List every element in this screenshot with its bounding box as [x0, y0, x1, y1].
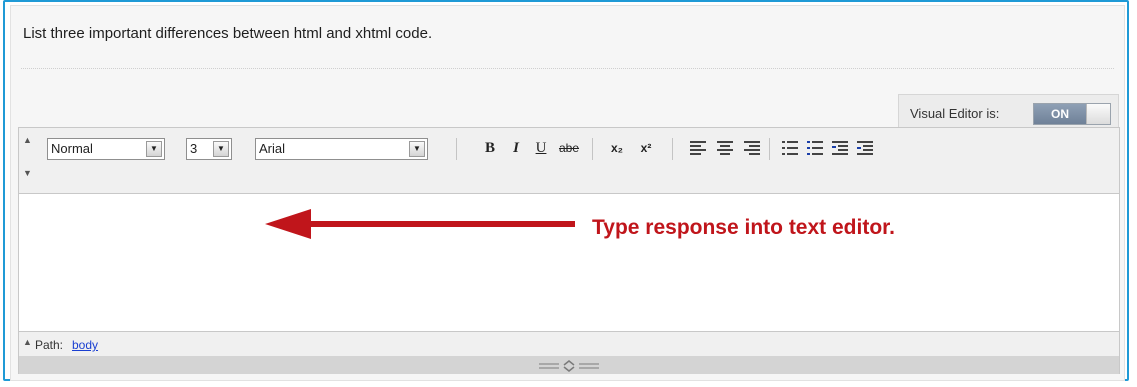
toolbar-separator — [592, 138, 593, 160]
editor-toolbar: ▲ ▼ Normal ▼ 3 ▼ Arial ▼ B I U abe x₂ x² — [19, 128, 1119, 194]
collapse-statusbar-icon[interactable]: ▲ — [23, 337, 32, 347]
superscript-button[interactable]: x² — [635, 138, 657, 158]
visual-editor-toggle-area: Visual Editor is: ON — [898, 94, 1119, 130]
chevron-down-icon[interactable]: ▼ — [213, 141, 229, 157]
editor-text-area[interactable]: Type response into text editor. — [19, 194, 1119, 331]
indent-icon[interactable] — [857, 141, 873, 155]
toolbar-separator — [456, 138, 457, 160]
strikethrough-button[interactable]: abe — [553, 138, 585, 158]
visual-editor-label: Visual Editor is: — [910, 106, 1000, 121]
editor-statusbar: ▲ Path: body — [19, 331, 1119, 357]
chevron-down-icon[interactable]: ▼ — [146, 141, 162, 157]
toolbar-separator — [672, 138, 673, 160]
question-text: List three important differences between… — [23, 25, 433, 42]
bold-button[interactable]: B — [479, 138, 501, 158]
align-center-icon[interactable] — [717, 141, 733, 155]
toggle-state: ON — [1034, 104, 1086, 124]
expand-toolbar-icon[interactable]: ▼ — [23, 168, 32, 178]
chevron-down-icon[interactable]: ▼ — [409, 141, 425, 157]
resize-handle[interactable] — [19, 356, 1119, 374]
resize-grip-icon[interactable] — [539, 360, 599, 372]
path-link-body[interactable]: body — [72, 338, 98, 352]
bullet-list-icon[interactable] — [807, 141, 823, 155]
path-label: Path: — [35, 338, 64, 352]
font-select[interactable]: Arial ▼ — [255, 138, 428, 160]
format-select[interactable]: Normal ▼ — [47, 138, 165, 160]
toggle-knob[interactable] — [1086, 104, 1110, 124]
align-right-icon[interactable] — [744, 141, 760, 155]
font-select-value: Arial — [259, 141, 286, 156]
align-left-icon[interactable] — [690, 141, 706, 155]
outdent-icon[interactable] — [832, 141, 848, 155]
visual-editor-toggle[interactable]: ON — [1033, 103, 1111, 125]
format-select-value: Normal — [51, 141, 93, 156]
divider — [21, 68, 1114, 69]
annotation-text: Type response into text editor. — [592, 216, 896, 239]
underline-button[interactable]: U — [530, 138, 552, 158]
question-panel: List three important differences between… — [10, 5, 1125, 381]
pointer-arrow-icon — [265, 209, 575, 239]
highlight-frame: List three important differences between… — [3, 0, 1129, 381]
subscript-button[interactable]: x₂ — [606, 138, 628, 158]
collapse-toolbar-icon[interactable]: ▲ — [23, 135, 32, 145]
ordered-list-icon[interactable] — [782, 141, 798, 155]
italic-button[interactable]: I — [505, 138, 527, 158]
rich-text-editor: ▲ ▼ Normal ▼ 3 ▼ Arial ▼ B I U abe x₂ x²… — [18, 127, 1120, 374]
toolbar-separator — [769, 138, 770, 160]
size-select-value: 3 — [190, 141, 198, 156]
size-select[interactable]: 3 ▼ — [186, 138, 232, 160]
